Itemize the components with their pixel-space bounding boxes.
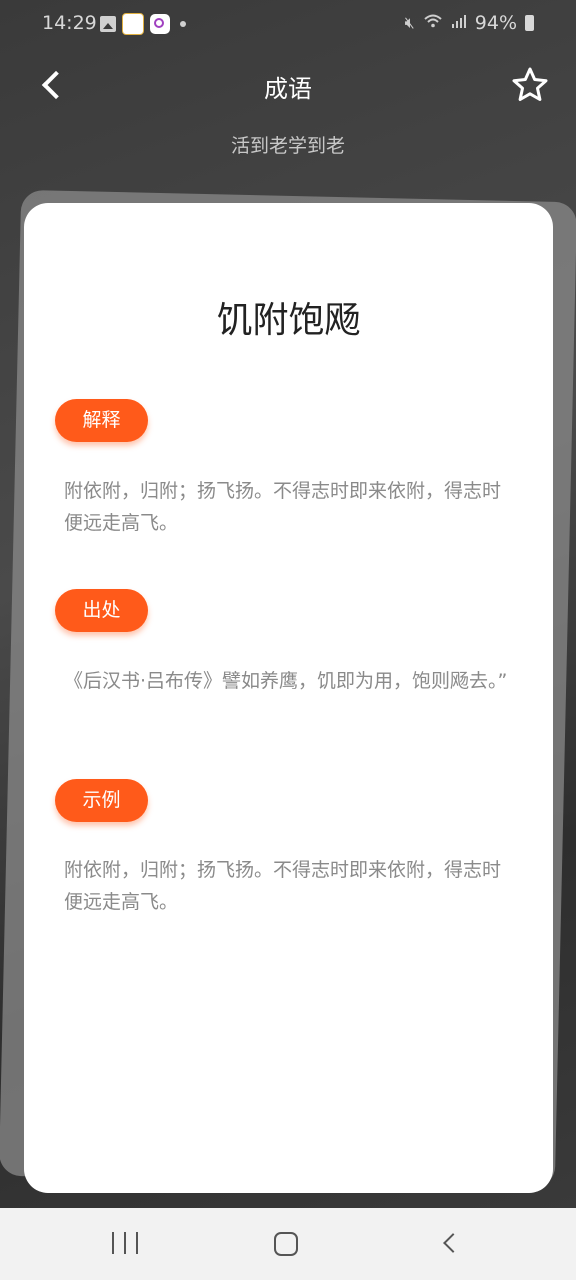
top-bar: 成语: [0, 55, 576, 115]
home-button[interactable]: [274, 1232, 298, 1256]
camera-app-icon: [150, 14, 170, 34]
nav-back-button[interactable]: [440, 1232, 462, 1254]
idiom-card: 饥附饱飏 解释 附依附，归附；扬飞扬。不得志时即来依附，得志时便远走高飞。 出处…: [24, 203, 553, 1193]
gallery-icon: [100, 16, 116, 32]
page-title: 成语: [264, 75, 312, 103]
explanation-text: 附依附，归附；扬飞扬。不得志时即来依附，得志时便远走高飞。: [64, 480, 502, 534]
signal-icon: [451, 13, 467, 33]
system-icons: 🔇︎ 94%: [405, 12, 534, 34]
tag-source: 出处: [55, 589, 148, 632]
mute-icon: 🔇︎: [404, 13, 415, 32]
status-bar: 14:29 🔇︎ 94%: [0, 0, 576, 48]
source-text: 《后汉书·吕布传》譬如养鹰，饥即为用，饱则飏去。”: [64, 670, 508, 692]
tag-explanation: 解释: [55, 399, 148, 442]
app-notification-icon: [122, 13, 144, 35]
wifi-icon: [423, 13, 443, 33]
tag-example: 示例: [55, 779, 148, 822]
notification-icons: [100, 13, 186, 35]
system-navigation-bar: [0, 1208, 576, 1280]
subtitle: 活到老学到老: [230, 135, 345, 157]
battery-percent: 94%: [474, 12, 517, 34]
dot-icon: [180, 21, 186, 27]
example-text: 附依附，归附；扬飞扬。不得志时即来依附，得志时便远走高飞。: [64, 859, 502, 913]
idiom-title: 饥附饱飏: [216, 300, 361, 341]
recent-apps-button[interactable]: [112, 1232, 138, 1254]
battery-icon: [525, 15, 534, 31]
favorite-star-icon[interactable]: [510, 65, 550, 105]
status-time: 14:29: [42, 12, 97, 34]
